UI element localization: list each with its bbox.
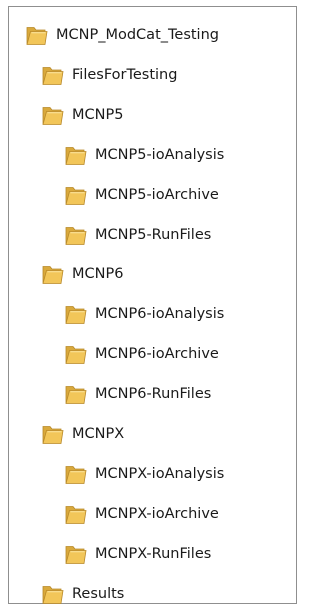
tree-item-label: MCNP5 <box>72 107 124 123</box>
folder-icon <box>64 223 88 247</box>
tree-item-label: MCNP6-ioArchive <box>95 346 219 362</box>
tree-item-mcnp6-runfiles[interactable]: MCNP6-RunFiles <box>64 382 211 406</box>
tree-item-mcnp5-runfiles[interactable]: MCNP5-RunFiles <box>64 223 211 247</box>
folder-icon <box>64 502 88 526</box>
tree-item-mcnpx-ioanalysis[interactable]: MCNPX-ioAnalysis <box>64 462 224 486</box>
tree-item-label: MCNP_ModCat_Testing <box>56 27 219 43</box>
folder-icon <box>64 143 88 167</box>
tree-item-mcnpx-ioarchive[interactable]: MCNPX-ioArchive <box>64 502 219 526</box>
folder-icon <box>41 262 65 286</box>
folder-icon <box>41 63 65 87</box>
folder-icon <box>41 582 65 606</box>
tree-item-mcnpx[interactable]: MCNPX <box>41 422 124 446</box>
folder-icon <box>64 542 88 566</box>
tree-item-mcnpx-runfiles[interactable]: MCNPX-RunFiles <box>64 542 211 566</box>
tree-item-mcnp5-ioanalysis[interactable]: MCNP5-ioAnalysis <box>64 143 224 167</box>
folder-icon <box>25 23 49 47</box>
folder-icon <box>64 302 88 326</box>
tree-item-mcnp-modcat-testing[interactable]: MCNP_ModCat_Testing <box>25 23 219 47</box>
tree-item-label: FilesForTesting <box>72 67 178 83</box>
tree-item-label: MCNP5-RunFiles <box>95 227 212 243</box>
tree-item-label: MCNP6 <box>72 266 124 282</box>
folder-tree-panel: MCNP_ModCat_Testing FilesForTesting MCNP… <box>8 6 297 604</box>
tree-item-label: MCNPX-ioAnalysis <box>95 466 225 482</box>
folder-icon <box>64 342 88 366</box>
folder-icon <box>64 183 88 207</box>
tree-item-mcnp5-ioarchive[interactable]: MCNP5-ioArchive <box>64 183 219 207</box>
tree-item-mcnp6-ioarchive[interactable]: MCNP6-ioArchive <box>64 342 219 366</box>
tree-item-label: MCNPX <box>72 426 125 442</box>
tree-item-label: MCNPX-RunFiles <box>95 546 212 562</box>
tree-item-mcnp6-ioanalysis[interactable]: MCNP6-ioAnalysis <box>64 302 224 326</box>
tree-item-label: MCNP6-RunFiles <box>95 386 212 402</box>
tree-item-mcnp5[interactable]: MCNP5 <box>41 103 123 127</box>
tree-item-label: MCNP5-ioArchive <box>95 187 219 203</box>
folder-icon <box>64 382 88 406</box>
tree-item-filesfortesting[interactable]: FilesForTesting <box>41 63 177 87</box>
tree-item-label: MCNPX-ioArchive <box>95 506 219 522</box>
tree-item-label: MCNP6-ioAnalysis <box>95 306 225 322</box>
folder-icon <box>64 462 88 486</box>
tree-item-label: MCNP5-ioAnalysis <box>95 147 225 163</box>
folder-icon <box>41 103 65 127</box>
tree-item-mcnp6[interactable]: MCNP6 <box>41 262 123 286</box>
tree-item-label: Results <box>72 586 125 602</box>
folder-icon <box>41 422 65 446</box>
tree-item-results[interactable]: Results <box>41 582 124 606</box>
